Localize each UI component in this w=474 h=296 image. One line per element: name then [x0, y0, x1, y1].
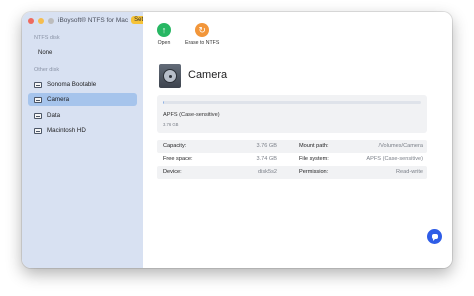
file-system-label: File system: — [299, 156, 329, 162]
open-button[interactable]: ↑ Open — [157, 23, 171, 46]
sidebar-item-label: Macintosh HD — [47, 127, 86, 134]
free-space-value: 3.74 GB — [256, 156, 277, 162]
zoom-window-button[interactable] — [48, 18, 54, 24]
erase-button-label: Erase to NTFS — [185, 40, 220, 46]
chat-support-button[interactable] — [427, 229, 442, 244]
mount-path-value: /Volumes/Camera — [378, 143, 423, 149]
usage-bar-fill — [163, 101, 165, 104]
erase-to-ntfs-button[interactable]: ↻ Erase to NTFS — [185, 23, 219, 46]
disk-icon — [34, 112, 42, 119]
disk-title: Camera — [188, 69, 228, 81]
disk-icon — [34, 81, 42, 88]
sidebar: iBoysoft® NTFS for Mac Setapp NTFS disk … — [22, 12, 157, 268]
sidebar-item-label: Data — [47, 112, 61, 119]
permission-value: Read-write — [395, 169, 423, 175]
app-window: iBoysoft® NTFS for Mac Setapp NTFS disk … — [22, 12, 452, 268]
permission-label: Permission: — [299, 169, 329, 175]
sidebar-item-macintosh-hd[interactable]: Macintosh HD — [28, 124, 137, 137]
usage-card: APFS (Case-sensitive) 3.76 GB — [157, 95, 427, 133]
disk-size: 3.76 GB — [163, 122, 179, 127]
sidebar-item-label: Sonoma Bootable — [47, 81, 97, 88]
device-label: Device: — [163, 169, 182, 175]
info-row-free-space: Free space: 3.74 GB File system: APFS (C… — [157, 153, 427, 166]
ntfs-disk-none-text: None — [38, 50, 53, 56]
capacity-label: Capacity: — [163, 143, 187, 149]
ntfs-disk-section-label: NTFS disk — [34, 35, 60, 41]
chat-icon — [431, 234, 438, 241]
sidebar-item-data[interactable]: Data — [28, 109, 137, 122]
disk-info-table: Capacity: 3.76 GB Mount path: /Volumes/C… — [157, 140, 427, 179]
hard-drive-icon — [159, 64, 181, 88]
close-window-button[interactable] — [28, 18, 34, 24]
mount-path-label: Mount path: — [299, 143, 329, 149]
open-icon: ↑ — [157, 23, 171, 37]
minimize-window-button[interactable] — [38, 18, 44, 24]
info-row-device: Device: disk5s2 Permission: Read-write — [157, 166, 427, 179]
disk-icon — [34, 127, 42, 134]
window-controls — [28, 18, 54, 24]
usage-bar — [163, 101, 421, 104]
erase-icon: ↻ — [195, 23, 210, 37]
sidebar-item-label: Camera — [47, 96, 70, 103]
file-system-type: APFS (Case-sensitive) — [163, 112, 220, 118]
disk-icon — [34, 96, 42, 103]
free-space-label: Free space: — [163, 156, 193, 162]
open-button-label: Open — [157, 40, 171, 46]
device-value: disk5s2 — [258, 169, 277, 175]
other-disk-section-label: Other disk — [34, 67, 60, 73]
file-system-value: APFS (Case-sensitive) — [366, 156, 423, 162]
app-title: iBoysoft® NTFS for Mac Setapp — [58, 16, 157, 24]
app-title-text: iBoysoft® NTFS for Mac — [58, 16, 129, 24]
main-panel: ↑ Open ↻ Erase to NTFS Camera APFS (Case… — [143, 12, 452, 268]
sidebar-item-sonoma-bootable[interactable]: Sonoma Bootable — [28, 78, 137, 91]
capacity-value: 3.76 GB — [256, 143, 277, 149]
info-row-capacity: Capacity: 3.76 GB Mount path: /Volumes/C… — [157, 140, 427, 153]
sidebar-item-camera[interactable]: Camera — [28, 93, 137, 106]
